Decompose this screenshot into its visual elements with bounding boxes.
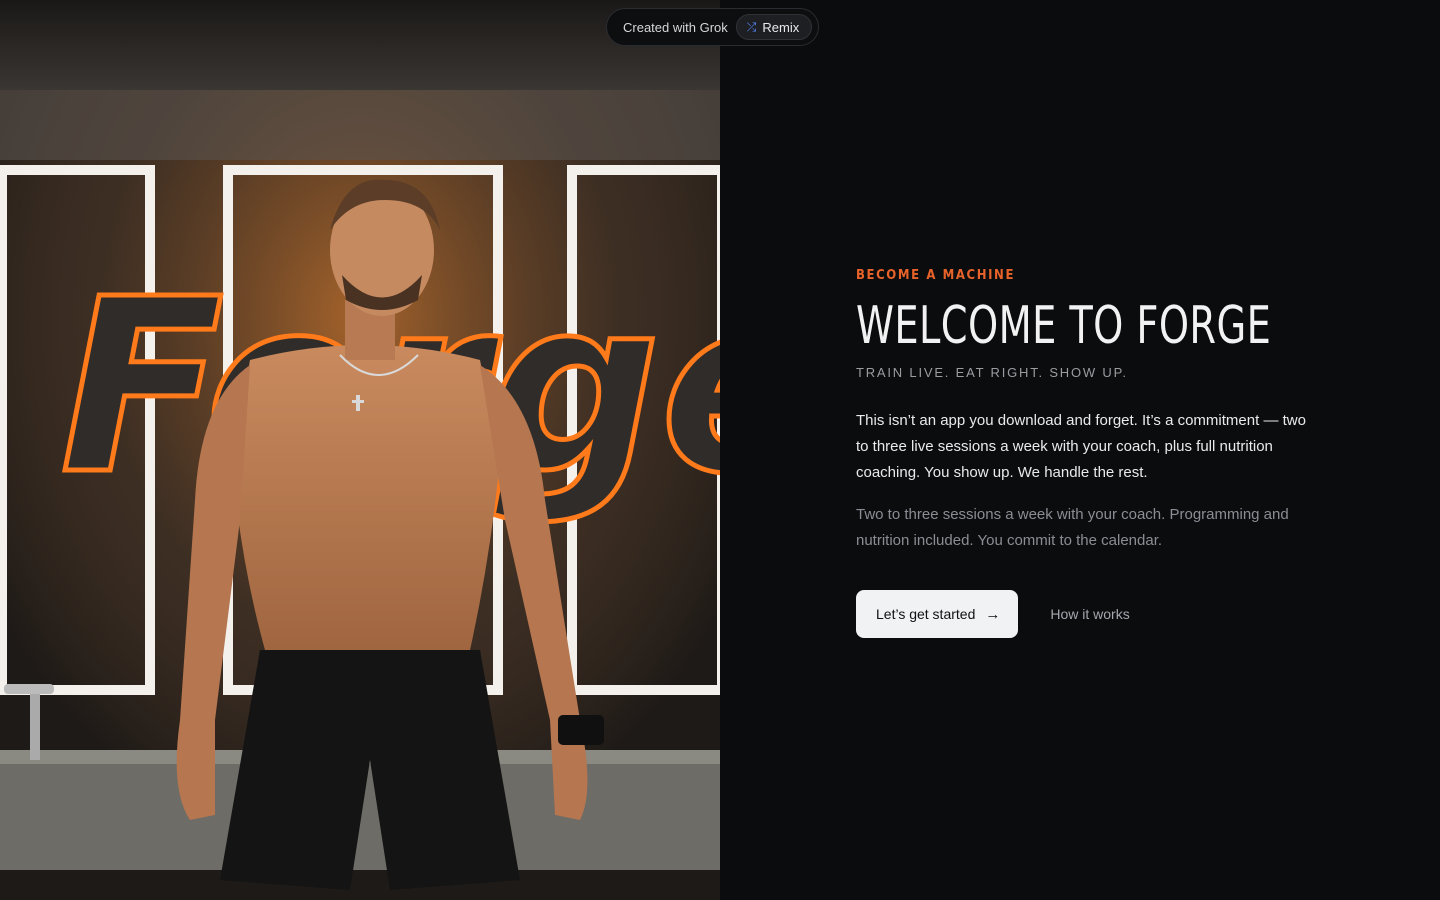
tagline: TRAIN LIVE. EAT RIGHT. SHOW UP. — [856, 365, 1128, 380]
hero-image: Forge — [0, 0, 720, 900]
shuffle-icon: ⤮ — [746, 19, 757, 34]
eyebrow: BECOME A MACHINE — [856, 268, 1016, 283]
get-started-label: Let’s get started — [876, 606, 976, 622]
created-with-grok-badge: Created with Grok ⤮ Remix — [606, 8, 820, 46]
cta-group: Let’s get started → How it works — [856, 590, 1306, 638]
remix-label: Remix — [762, 19, 800, 35]
remix-button[interactable]: ⤮ Remix — [735, 14, 813, 40]
lead-paragraph: This isn’t an app you download and forge… — [856, 412, 1306, 481]
hero-content: BECOME A MACHINE WELCOME TO FORGE TRAIN … — [720, 0, 1440, 900]
arrow-right-icon: → — [985, 605, 1001, 623]
badge-text: Created with Grok — [623, 19, 728, 35]
sub-paragraph: Two to three sessions a week with your c… — [856, 506, 1289, 549]
page-title: WELCOME TO FORGE — [856, 296, 1272, 356]
hero-text-block: BECOME A MACHINE WELCOME TO FORGE TRAIN … — [856, 268, 1306, 638]
landing-page: Forge — [0, 0, 1440, 900]
get-started-button[interactable]: Let’s get started → — [856, 590, 1019, 638]
how-it-works-link[interactable]: How it works — [1050, 606, 1129, 622]
hero-photo: Forge — [0, 0, 720, 900]
